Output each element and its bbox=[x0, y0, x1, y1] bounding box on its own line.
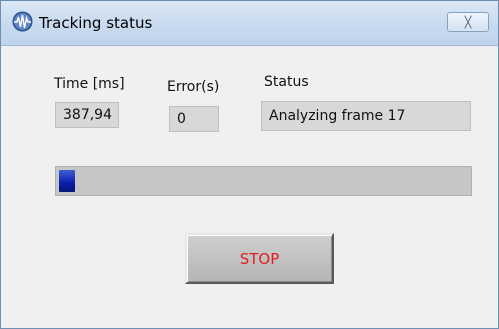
progress-fill bbox=[59, 170, 75, 192]
dialog-body: Time [ms] 387,94 Error(s) 0 Status Analy… bbox=[11, 46, 490, 324]
errors-value: 0 bbox=[169, 106, 219, 132]
tracking-status-window: Tracking status ╳ Time [ms] 387,94 Error… bbox=[0, 0, 499, 329]
stop-button[interactable]: STOP bbox=[185, 233, 334, 284]
title-bar[interactable]: Tracking status ╳ bbox=[1, 1, 498, 46]
status-label: Status bbox=[264, 74, 309, 90]
close-button[interactable]: ╳ bbox=[447, 12, 489, 32]
status-value: Analyzing frame 17 bbox=[261, 101, 471, 131]
errors-value-text: 0 bbox=[177, 111, 186, 127]
time-value: 387,94 bbox=[55, 102, 119, 128]
close-icon: ╳ bbox=[464, 15, 472, 29]
time-label: Time [ms] bbox=[54, 76, 125, 92]
window-title: Tracking status bbox=[39, 14, 153, 32]
progress-bar bbox=[55, 166, 472, 196]
errors-label: Error(s) bbox=[167, 79, 220, 95]
status-value-text: Analyzing frame 17 bbox=[269, 108, 406, 124]
waveform-app-icon bbox=[12, 11, 33, 32]
time-value-text: 387,94 bbox=[63, 107, 112, 123]
stop-button-label: STOP bbox=[239, 249, 280, 268]
